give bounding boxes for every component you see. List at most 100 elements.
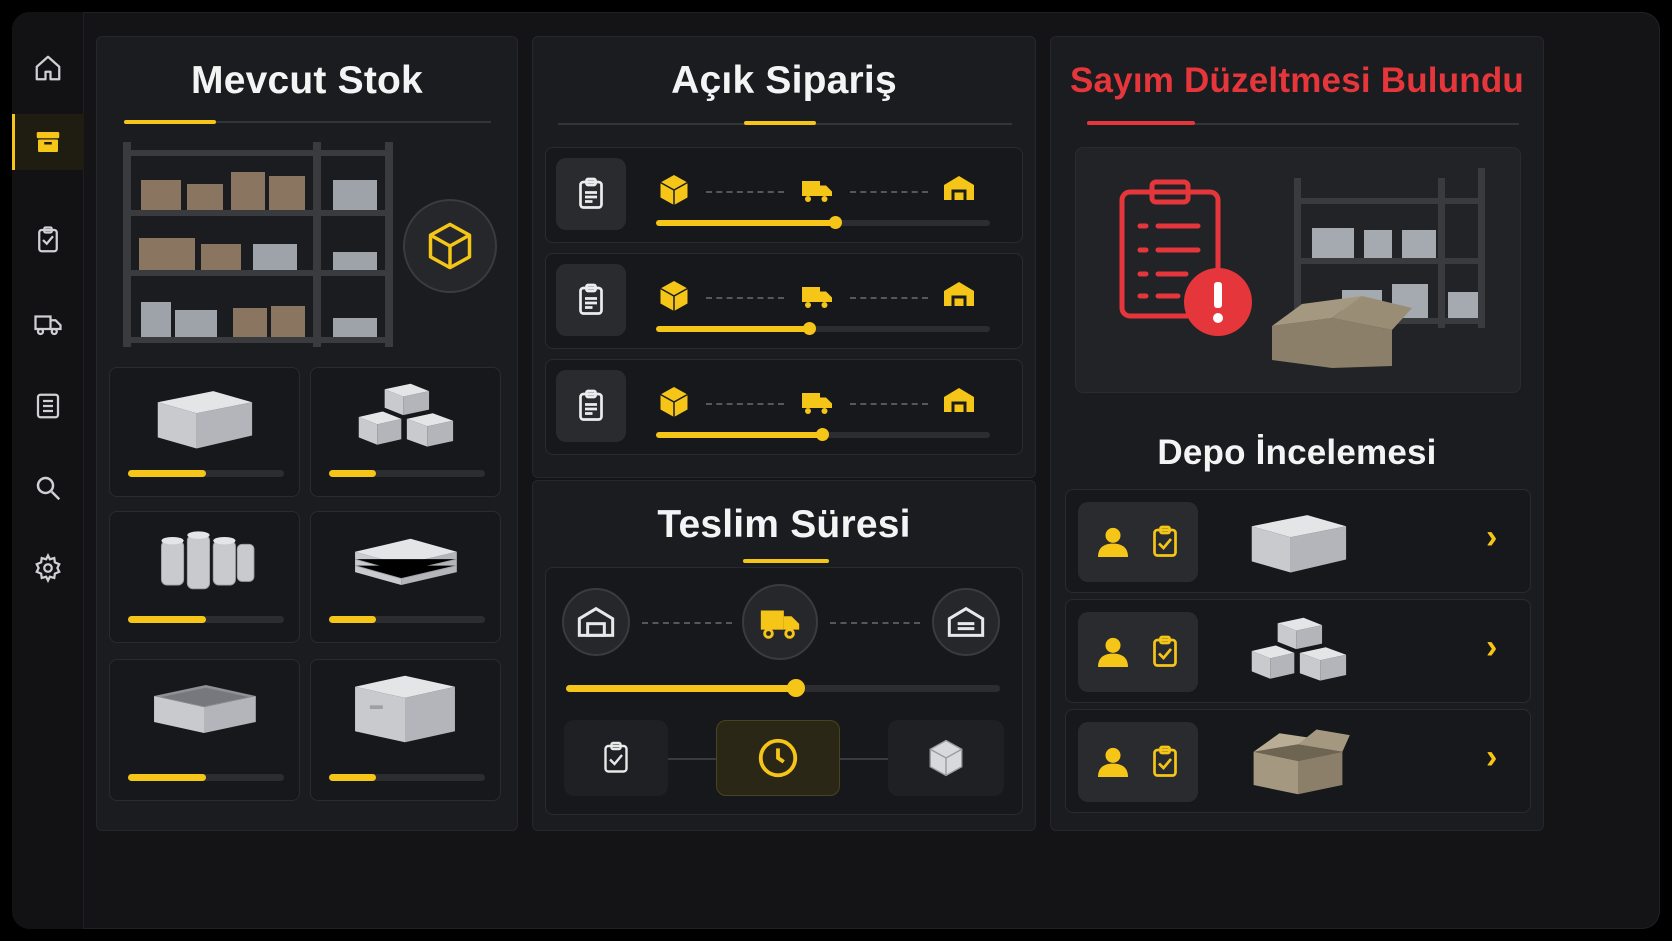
- alert-panel: Sayım Düzeltmesi Bulundu Depo İncelemesi…: [1050, 36, 1544, 831]
- sidebar-item-shipping[interactable]: [12, 296, 84, 352]
- delivery-panel: Teslim Süresi: [532, 480, 1036, 831]
- order-clipboard: [556, 158, 626, 230]
- step-connector: [668, 758, 716, 760]
- stock-level-bar: [329, 470, 485, 477]
- review-title: Depo İncelemesi: [1157, 433, 1437, 472]
- route-line: [706, 191, 784, 193]
- order-progress: [656, 322, 990, 335]
- open-box-icon: [1242, 724, 1354, 803]
- delivery-progress[interactable]: [566, 679, 1000, 697]
- clipboard-check-icon: [1153, 635, 1177, 667]
- truck-icon: [34, 315, 62, 336]
- warehouse-icon: [944, 176, 974, 200]
- stock-item-card[interactable]: [109, 511, 300, 643]
- chevron-right-icon[interactable]: ›: [1486, 628, 1497, 667]
- closed-box-icon: [1242, 504, 1354, 583]
- clipboard-icon: [579, 177, 603, 209]
- search-icon: [36, 476, 61, 501]
- truck-icon: [802, 393, 832, 414]
- order-progress-fill: [656, 220, 837, 226]
- delivery-progress-fill: [566, 685, 797, 692]
- title-accent: [1087, 121, 1195, 125]
- stock-panel: Mevcut Stok: [96, 36, 518, 831]
- stacked-boxes-icon: [1242, 614, 1354, 693]
- clock-icon: [758, 738, 798, 778]
- warehouse-icon: [947, 606, 985, 637]
- order-progress-marker: [816, 428, 829, 441]
- order-progress-marker: [829, 216, 843, 229]
- review-row[interactable]: ›: [1065, 709, 1531, 813]
- stock-level-bar: [128, 774, 284, 781]
- package-icon: [660, 175, 688, 205]
- origin-warehouse: [562, 588, 630, 656]
- order-row[interactable]: [545, 147, 1023, 243]
- truck-icon: [802, 287, 832, 308]
- clipboard-check-icon: [1153, 745, 1177, 777]
- review-row[interactable]: ›: [1065, 489, 1531, 593]
- stage-truck: [796, 172, 838, 213]
- title-accent: [744, 121, 816, 125]
- stock-item-card[interactable]: [109, 367, 300, 497]
- sidebar-item-inventory[interactable]: [12, 114, 84, 170]
- flat-packs-icon: [349, 524, 461, 603]
- sidebar-item-orders[interactable]: [12, 212, 84, 268]
- stock-level-bar: [329, 616, 485, 623]
- stock-item-card[interactable]: [310, 511, 501, 643]
- order-row[interactable]: [545, 359, 1023, 455]
- review-row[interactable]: ›: [1065, 599, 1531, 703]
- delivery-card: [545, 567, 1023, 815]
- clipboard-icon: [579, 283, 603, 315]
- delivery-progress-handle[interactable]: [787, 679, 806, 697]
- delivery-title: Teslim Süresi: [657, 503, 911, 546]
- user-icon: [1098, 637, 1128, 667]
- order-clipboard: [556, 264, 626, 336]
- stock-level-bar: [329, 774, 485, 781]
- stock-level-bar: [128, 616, 284, 623]
- chevron-right-icon[interactable]: ›: [1486, 738, 1497, 777]
- package-icon: [660, 387, 688, 417]
- inspector-badge: [1078, 612, 1198, 692]
- truck-icon: [760, 610, 800, 639]
- sidebar-item-settings[interactable]: [12, 540, 84, 596]
- order-progress-marker: [802, 322, 816, 335]
- list-icon: [36, 393, 60, 419]
- shelf-illustration: [123, 142, 393, 347]
- cube-icon: [929, 739, 963, 777]
- sidebar-item-reports[interactable]: [12, 378, 84, 434]
- order-row[interactable]: [545, 253, 1023, 349]
- step-connector: [840, 758, 888, 760]
- orders-title: Açık Sipariş: [671, 59, 897, 102]
- stage-package: [656, 384, 692, 425]
- transit-truck: [742, 584, 818, 660]
- title-accent: [124, 120, 216, 124]
- stock-title: Mevcut Stok: [191, 59, 423, 102]
- stage-package: [656, 278, 692, 319]
- stage-package: [656, 172, 692, 213]
- shelf-illustration: [1272, 168, 1485, 368]
- stage-truck: [796, 384, 838, 425]
- stock-item-card[interactable]: [310, 367, 501, 497]
- stock-item-card[interactable]: [109, 659, 300, 801]
- closed-box-icon: [148, 380, 260, 459]
- route-line: [850, 403, 928, 405]
- route-line: [706, 297, 784, 299]
- step-timer[interactable]: [716, 720, 840, 796]
- home-icon: [35, 55, 61, 81]
- alert-clipboard-icon: [1119, 179, 1252, 336]
- alert-title: Sayım Düzeltmesi Bulundu: [1069, 61, 1525, 100]
- stage-warehouse: [938, 170, 980, 211]
- step-delivered[interactable]: [888, 720, 1004, 796]
- sidebar-item-home[interactable]: [12, 40, 84, 96]
- stock-level-fill: [128, 616, 206, 623]
- chevron-right-icon[interactable]: ›: [1486, 518, 1497, 557]
- route-line: [850, 297, 928, 299]
- clipboard-icon: [38, 226, 58, 253]
- sidebar-item-search[interactable]: [12, 460, 84, 516]
- order-progress: [656, 428, 990, 441]
- open-tray-icon: [148, 672, 260, 751]
- step-checklist[interactable]: [564, 720, 668, 796]
- stock-item-card[interactable]: [310, 659, 501, 801]
- warehouse-icon: [944, 388, 974, 412]
- inspector-badge: [1078, 502, 1198, 582]
- inventory-box-icon: [36, 132, 60, 152]
